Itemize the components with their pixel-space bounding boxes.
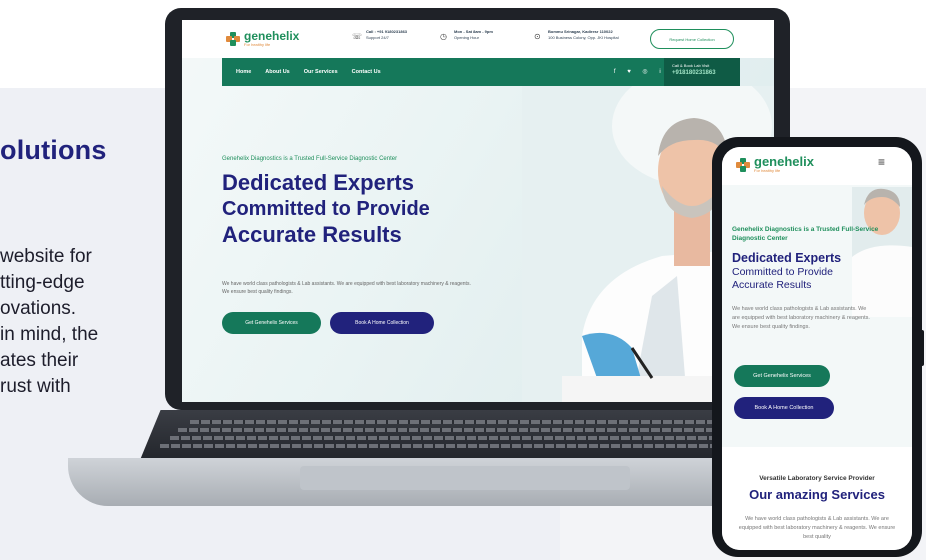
mobile-services-text: We have world class pathologists & Lab a…: [738, 516, 896, 540]
get-services-button[interactable]: Get Genehelix Services: [222, 312, 321, 334]
showcase-line: ates their: [0, 350, 79, 371]
mobile-hero-tag: Genehelix Diagnostics is a Trusted Full-…: [732, 226, 879, 242]
mobile-logo[interactable]: genehelix For healthy life: [736, 154, 814, 173]
mobile-book-home-collection-button[interactable]: Book A Home Collection: [734, 397, 834, 419]
call-box-number: +918180231863: [672, 70, 716, 76]
header-address-sub: 100 Business Colony, Opp. JKI Hospital: [548, 35, 619, 40]
call-box-label: Call & Book Lab Visit: [672, 63, 710, 68]
mobile-hero-lead: We have world class pathologists & Lab a…: [732, 306, 870, 330]
showcase-line: rust with: [0, 376, 71, 397]
nav-our-services[interactable]: Our Services: [304, 69, 338, 75]
mobile-services-subtitle: Versatile Laboratory Service Provider: [759, 475, 875, 482]
brand-name: genehelix: [244, 29, 300, 43]
header-call[interactable]: Call : +91 9180231863 Support 24/7: [366, 29, 407, 41]
showcase-line: tting-edge: [0, 272, 85, 293]
call-book-box[interactable]: Call & Book Lab Visit +918180231863: [664, 58, 740, 86]
mobile-header: genehelix For healthy life ≡: [722, 147, 912, 185]
mobile-brand-name: genehelix: [754, 154, 814, 169]
header-call-sub: Support 24/7: [366, 35, 389, 40]
location-icon: ⊙: [534, 32, 541, 41]
showcase-line: in mind, the: [0, 324, 99, 345]
showcase-heading: olutions: [0, 135, 107, 165]
header-hours: Mon - Sat 8am - 9pm Opening Hour: [454, 29, 493, 41]
site-header: genehelix For healthy life ☏ Call : +91 …: [182, 20, 774, 58]
hero-title-line-3: Accurate Results: [222, 222, 402, 247]
hero-lead: We have world class pathologists & Lab a…: [222, 281, 471, 295]
header-address-label: Bommu Srinagar, Kadiresr 110022: [548, 29, 613, 34]
laptop-trackpad: [300, 466, 630, 490]
keyboard-row: [160, 444, 790, 448]
mobile-title-line-3: Accurate Results: [732, 279, 812, 291]
showcase-paragraph: website for tting-edge ovations. in mind…: [0, 244, 170, 400]
laptop-screen: genehelix For healthy life ☏ Call : +91 …: [182, 20, 774, 402]
hero-title-line-2: Committed to Provide: [222, 198, 430, 220]
book-home-collection-button[interactable]: Book A Home Collection: [330, 312, 434, 334]
site-logo[interactable]: genehelix For healthy life: [226, 30, 299, 47]
mobile-services-title: Our amazing Services: [749, 487, 885, 502]
hero-title-line-1: Dedicated Experts: [222, 170, 414, 195]
logo-cross-icon: [226, 31, 240, 46]
header-hours-label: Mon - Sat 8am - 9pm: [454, 29, 493, 34]
mobile-doctor-illustration: [852, 187, 912, 317]
logo-cross-icon: [736, 157, 750, 172]
phone-screen: genehelix For healthy life ≡ Genehelix D…: [722, 147, 912, 550]
nav-contact-us[interactable]: Contact Us: [352, 69, 381, 75]
nav-home[interactable]: Home: [236, 69, 251, 75]
mobile-title-line-2: Committed to Provide: [732, 266, 833, 278]
hero-tag: Genehelix Diagnostics is a Trusted Full-…: [222, 156, 398, 162]
mobile-title-line-1: Dedicated Experts: [732, 251, 842, 265]
showcase-line: website for: [0, 246, 92, 267]
phone-side-button: [919, 330, 924, 366]
keyboard-row: [178, 428, 778, 432]
keyboard-row: [190, 420, 770, 424]
phone-icon: ☏: [352, 32, 363, 41]
hamburger-menu-icon[interactable]: ≡: [878, 155, 885, 169]
mobile-get-services-button[interactable]: Get Genehelix Services: [734, 365, 830, 387]
header-hours-sub: Opening Hour: [454, 35, 479, 40]
header-address: Bommu Srinagar, Kadiresr 110022 100 Busi…: [548, 29, 619, 41]
request-home-collection-button[interactable]: Request Home Collection: [650, 29, 734, 49]
clock-icon: ◷: [440, 32, 447, 41]
keyboard-row: [170, 436, 786, 440]
main-nav: Home About Us Our Services Contact Us f …: [222, 58, 684, 86]
header-call-label: Call : +91 9180231863: [366, 29, 408, 34]
showcase-line: ovations.: [0, 298, 77, 319]
nav-about-us[interactable]: About Us: [265, 69, 289, 75]
